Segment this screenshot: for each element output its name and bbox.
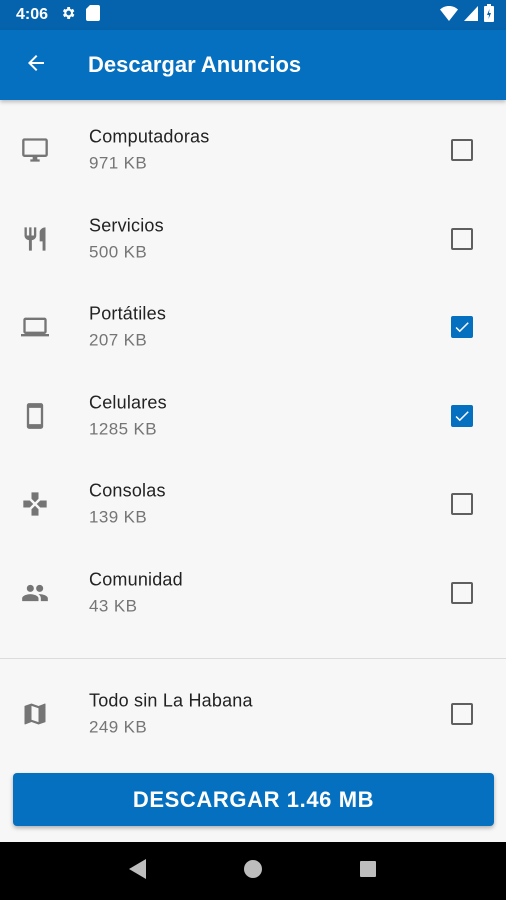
restaurant-icon xyxy=(18,222,52,256)
desktop-monitor-icon xyxy=(18,133,52,167)
battery-icon xyxy=(484,3,494,27)
category-size: 207 KB xyxy=(89,330,148,350)
category-checkbox-computadoras[interactable] xyxy=(451,139,473,162)
category-checkbox-comunidad[interactable] xyxy=(451,581,473,604)
category-size: 971 KB xyxy=(89,153,148,173)
nav-back-button[interactable] xyxy=(118,851,158,891)
gamepad-icon xyxy=(18,487,52,521)
category-row-portatiles[interactable]: Portátiles 207 KB xyxy=(0,283,506,372)
category-checkbox-servicios[interactable] xyxy=(451,227,473,250)
category-size: 1285 KB xyxy=(89,419,158,439)
status-bar: 4:06 xyxy=(0,0,506,30)
region-name: Todo sin La Habana xyxy=(89,690,253,711)
category-checkbox-portatiles[interactable] xyxy=(451,316,473,339)
square-recents-icon xyxy=(359,860,377,883)
category-row-servicios[interactable]: Servicios 500 KB xyxy=(0,195,506,284)
map-icon xyxy=(18,697,52,731)
settings-gear-icon xyxy=(60,5,76,26)
back-button[interactable] xyxy=(8,37,64,93)
category-list: Computadoras 971 KB Servicios 500 KB Por… xyxy=(0,106,506,637)
sd-card-icon xyxy=(86,4,101,26)
nav-recents-button[interactable] xyxy=(348,851,388,891)
section-divider xyxy=(0,658,506,659)
nav-home-button[interactable] xyxy=(233,851,273,891)
category-name: Servicios xyxy=(89,215,164,236)
region-checkbox[interactable] xyxy=(451,703,473,725)
page-title: Descargar Anuncios xyxy=(88,52,302,77)
category-row-celulares[interactable]: Celulares 1285 KB xyxy=(0,372,506,461)
category-row-consolas[interactable]: Consolas 139 KB xyxy=(0,460,506,549)
smartphone-icon xyxy=(18,399,52,433)
arrow-back-icon xyxy=(24,51,48,80)
laptop-icon xyxy=(18,310,52,344)
app-bar: Descargar Anuncios xyxy=(0,30,506,100)
wifi-icon xyxy=(440,5,458,26)
category-size: 139 KB xyxy=(89,507,148,527)
people-icon xyxy=(18,576,52,610)
status-time: 4:06 xyxy=(16,6,49,23)
category-size: 43 KB xyxy=(89,596,138,616)
system-nav-bar xyxy=(0,842,506,900)
category-name: Celulares xyxy=(89,392,167,413)
category-checkbox-consolas[interactable] xyxy=(451,493,473,516)
region-size: 249 KB xyxy=(89,717,148,737)
category-row-computadoras[interactable]: Computadoras 971 KB xyxy=(0,106,506,195)
category-name: Portátiles xyxy=(89,303,167,324)
circle-home-icon xyxy=(243,859,263,884)
category-row-comunidad[interactable]: Comunidad 43 KB xyxy=(0,549,506,638)
category-name: Consolas xyxy=(89,480,166,501)
download-button[interactable]: DESCARGAR 1.46 MB xyxy=(13,773,494,826)
region-row-todo-sin-la-habana[interactable]: Todo sin La Habana 249 KB xyxy=(0,670,506,758)
category-checkbox-celulares[interactable] xyxy=(451,404,473,427)
cell-signal-icon xyxy=(464,5,478,26)
category-name: Comunidad xyxy=(89,569,183,590)
category-name: Computadoras xyxy=(89,126,210,147)
category-size: 500 KB xyxy=(89,242,148,262)
triangle-back-icon xyxy=(128,858,148,885)
